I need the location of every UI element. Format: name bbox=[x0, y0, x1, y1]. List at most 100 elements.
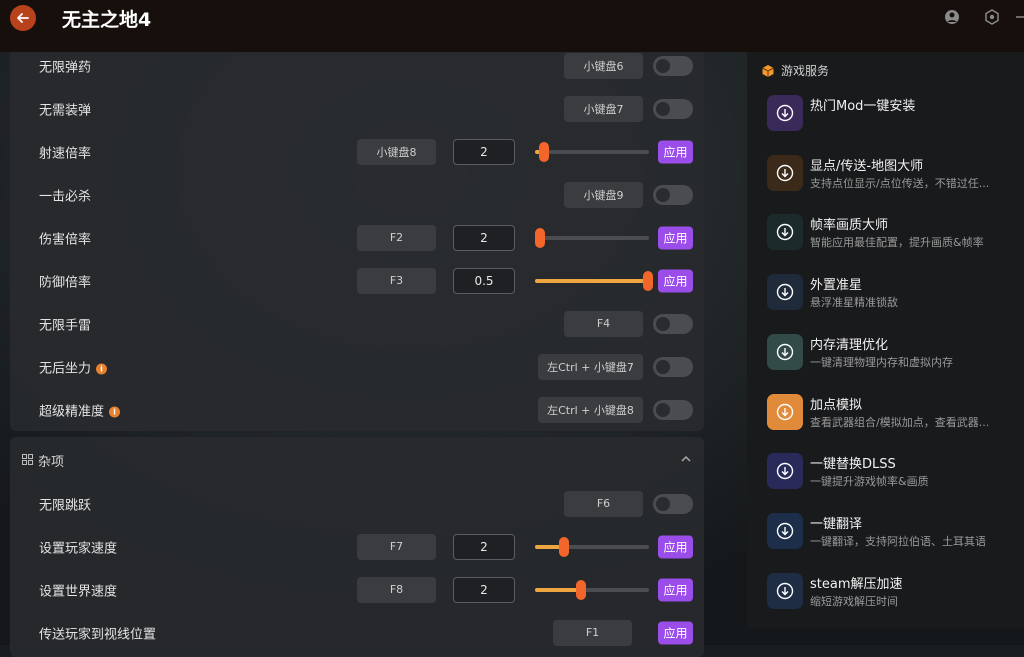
hotkey-badge[interactable]: F8 bbox=[357, 576, 436, 603]
slider-thumb[interactable] bbox=[534, 227, 545, 248]
hotkey-badge[interactable]: 小键盘6 bbox=[564, 52, 643, 79]
service-name: 外置准星 bbox=[810, 278, 863, 294]
cheat-label-text: 设置玩家速度 bbox=[39, 541, 118, 556]
value-input[interactable]: 2 bbox=[453, 224, 515, 251]
user-icon[interactable] bbox=[944, 9, 960, 25]
value-slider[interactable] bbox=[535, 536, 649, 557]
hotkey-badge[interactable]: F4 bbox=[564, 310, 643, 337]
toggle-switch[interactable] bbox=[653, 184, 693, 205]
value-slider[interactable] bbox=[535, 141, 649, 162]
cheat-label: 无后坐力 i bbox=[39, 357, 108, 376]
cheat-label: 设置世界速度 bbox=[39, 580, 117, 599]
cheat-label: 一击必杀 bbox=[39, 185, 91, 204]
slider-thumb[interactable] bbox=[642, 270, 653, 291]
slider-thumb[interactable] bbox=[575, 579, 586, 600]
cheat-row: 防御倍率 F3 0.5 应用 bbox=[10, 259, 704, 302]
hotkey-badge[interactable]: F1 bbox=[553, 619, 632, 646]
service-description: 智能应用最佳配置，提升画质&帧率 bbox=[810, 236, 984, 250]
cheat-label: 无限手雷 bbox=[39, 314, 91, 333]
services-header: 游戏服务 bbox=[761, 62, 829, 79]
service-item[interactable]: 一键翻译 一键翻译，支持阿拉伯语、土耳其语 bbox=[767, 512, 1024, 553]
cheat-row: 无需装弹 小键盘7 bbox=[10, 87, 704, 130]
apply-button[interactable]: 应用 bbox=[658, 226, 693, 249]
hotkey-badge[interactable]: F3 bbox=[357, 267, 436, 294]
download-icon bbox=[767, 95, 803, 131]
apply-button[interactable]: 应用 bbox=[658, 269, 693, 292]
download-icon bbox=[767, 333, 803, 370]
toggle-switch[interactable] bbox=[653, 356, 693, 377]
back-arrow-icon bbox=[17, 13, 29, 23]
cheats-panel: 无限弹药 小键盘6 无需装弹 小键盘7 射速倍率 小键盘8 2 应用 一击必杀 小键盘9 伤害倍率 F… bbox=[10, 44, 704, 431]
minimize-icon[interactable] bbox=[1014, 9, 1024, 25]
value-slider[interactable] bbox=[535, 579, 649, 600]
toggle-switch[interactable] bbox=[653, 98, 693, 119]
apply-button[interactable]: 应用 bbox=[658, 535, 693, 558]
info-icon[interactable]: i bbox=[96, 363, 108, 374]
toggle-switch[interactable] bbox=[653, 313, 693, 334]
cheat-label-text: 设置世界速度 bbox=[39, 584, 118, 599]
grid-icon bbox=[22, 454, 33, 465]
toggle-switch[interactable] bbox=[653, 55, 693, 76]
page-title: 无主之地4 bbox=[62, 9, 152, 31]
service-item[interactable]: 显点/传送-地图大师 支持点位显示/点位传送，不错过任... bbox=[767, 154, 1024, 195]
service-name: 一键替换DLSS bbox=[810, 457, 896, 473]
value-input[interactable]: 2 bbox=[453, 533, 515, 560]
hotkey-badge[interactable]: F6 bbox=[564, 490, 643, 517]
cheat-label-text: 无限手雷 bbox=[39, 318, 92, 333]
service-description: 支持点位显示/点位传送，不错过任... bbox=[810, 176, 990, 190]
cheat-row: 伤害倍率 F2 2 应用 bbox=[10, 216, 704, 259]
back-button[interactable] bbox=[10, 5, 36, 31]
download-icon bbox=[767, 154, 803, 191]
cheat-label: 设置玩家速度 bbox=[39, 537, 117, 556]
service-item[interactable]: 加点模拟 查看武器组合/模拟加点，查看武器... bbox=[767, 393, 1024, 434]
value-slider[interactable] bbox=[534, 227, 649, 248]
toggle-switch[interactable] bbox=[653, 493, 693, 514]
slider-thumb[interactable] bbox=[558, 536, 569, 557]
hotkey-badge[interactable]: 左Ctrl + 小键盘7 bbox=[538, 353, 643, 380]
service-description: 一键翻译，支持阿拉伯语、土耳其语 bbox=[810, 534, 986, 548]
value-slider[interactable] bbox=[535, 270, 653, 291]
service-item[interactable]: steam解压加速 缩短游戏解压时间 bbox=[767, 572, 1024, 613]
service-description: 缩短游戏解压时间 bbox=[810, 594, 898, 608]
hotkey-badge[interactable]: 小键盘9 bbox=[564, 181, 643, 208]
cheat-label-text: 防御倍率 bbox=[39, 275, 92, 290]
chevron-up-icon[interactable] bbox=[681, 455, 691, 463]
service-name: 热门Mod一键安装 bbox=[810, 99, 916, 114]
download-icon bbox=[767, 214, 803, 251]
hotkey-badge[interactable]: F2 bbox=[357, 224, 436, 251]
cheat-label: 伤害倍率 bbox=[39, 228, 91, 247]
download-icon bbox=[767, 393, 803, 430]
hotkey-badge[interactable]: 小键盘8 bbox=[357, 138, 436, 165]
cheat-row: 射速倍率 小键盘8 2 应用 bbox=[10, 130, 704, 173]
toggle-knob bbox=[656, 316, 670, 331]
service-item[interactable]: 内存清理优化 一键清理物理内存和虚拟内存 bbox=[767, 333, 1024, 374]
apply-button[interactable]: 应用 bbox=[658, 140, 693, 163]
service-item[interactable]: 一键替换DLSS 一键提升游戏帧率&画质 bbox=[767, 453, 1024, 493]
hotkey-badge[interactable]: 小键盘7 bbox=[564, 95, 643, 122]
misc-section-header[interactable]: 杂项 bbox=[10, 437, 704, 481]
services-title: 游戏服务 bbox=[781, 64, 830, 78]
value-input[interactable]: 2 bbox=[453, 138, 515, 165]
slider-thumb[interactable] bbox=[539, 141, 550, 162]
apply-button[interactable]: 应用 bbox=[658, 621, 693, 644]
service-item[interactable]: 热门Mod一键安装 bbox=[767, 95, 1024, 135]
value-input[interactable]: 2 bbox=[453, 576, 515, 603]
toggle-switch[interactable] bbox=[653, 399, 693, 420]
info-icon[interactable]: i bbox=[109, 406, 121, 417]
service-item[interactable]: 帧率画质大师 智能应用最佳配置，提升画质&帧率 bbox=[767, 214, 1024, 254]
misc-section-title: 杂项 bbox=[38, 455, 65, 470]
value-input[interactable]: 0.5 bbox=[453, 267, 515, 294]
cheat-row: 无限手雷 F4 bbox=[10, 302, 704, 345]
service-description: 悬浮准星精准锁敌 bbox=[810, 296, 898, 310]
cheat-label-text: 超级精准度 bbox=[39, 404, 105, 419]
download-icon bbox=[767, 512, 803, 549]
hotkey-badge[interactable]: F7 bbox=[357, 533, 436, 560]
cheat-label-text: 无限跳跃 bbox=[39, 498, 92, 513]
cheat-row: 无后坐力 i 左Ctrl + 小键盘7 bbox=[10, 345, 704, 388]
cheat-label: 超级精准度 i bbox=[39, 400, 121, 419]
apply-button[interactable]: 应用 bbox=[658, 578, 693, 601]
slider-fill bbox=[535, 587, 581, 592]
settings-hex-icon[interactable] bbox=[984, 9, 1000, 25]
service-item[interactable]: 外置准星悬浮准星精准锁敌 bbox=[767, 274, 1024, 314]
hotkey-badge[interactable]: 左Ctrl + 小键盘8 bbox=[538, 396, 643, 423]
